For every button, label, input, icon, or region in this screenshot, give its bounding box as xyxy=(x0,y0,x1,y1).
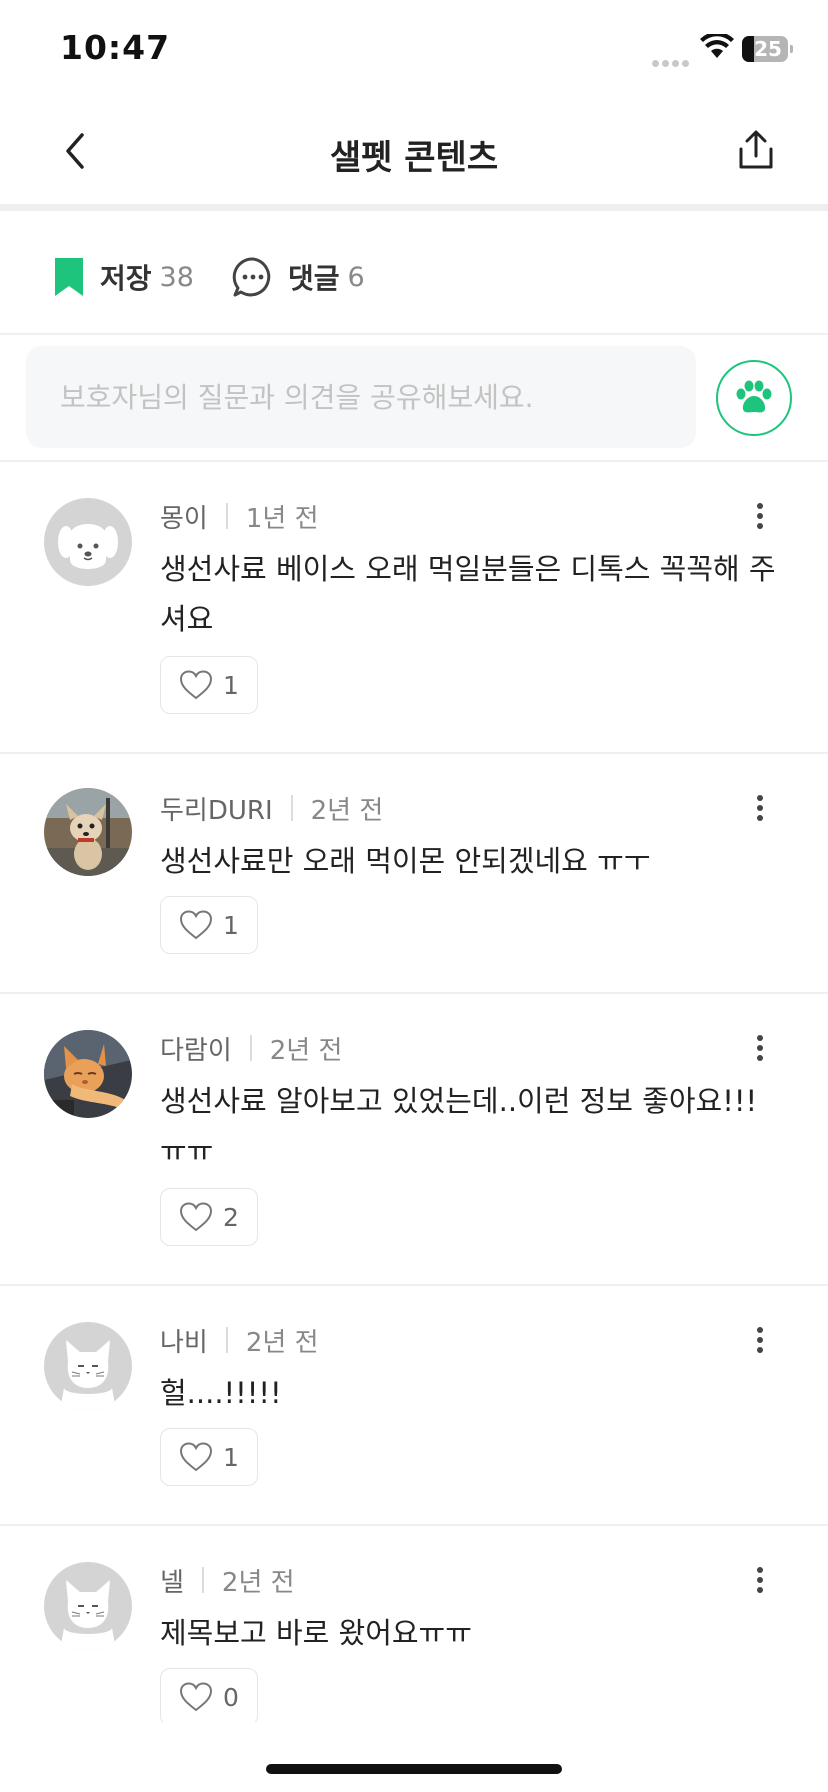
save-button[interactable]: 저장 38 xyxy=(52,254,194,300)
comment-time: 2년 전 xyxy=(245,1327,319,1358)
more-options-button[interactable] xyxy=(742,1560,778,1600)
heart-icon xyxy=(180,1202,213,1232)
comment-meta: 넬 2년 전 xyxy=(160,1562,295,1598)
comment-label: 댓글 xyxy=(288,262,340,295)
comment-time: 2년 전 xyxy=(310,795,384,826)
comment-author: 나비 xyxy=(160,1327,208,1358)
wifi-icon xyxy=(700,34,734,58)
comment-meta: 다람이 2년 전 xyxy=(160,1030,342,1066)
comment-text: 헐....!!!!! xyxy=(160,1376,282,1410)
comment-item: 나비 2년 전 헐....!!!!! 1 xyxy=(0,1286,828,1524)
cat-default-avatar[interactable] xyxy=(44,1322,132,1410)
comment-meta: 나비 2년 전 xyxy=(160,1322,319,1358)
dog-default-avatar[interactable] xyxy=(44,498,132,586)
dog-photo-avatar[interactable] xyxy=(44,788,132,876)
comment-text: 제목보고 바로 왔어요ㅠㅠ xyxy=(160,1616,472,1650)
comment-input[interactable] xyxy=(26,346,696,448)
comment-meta: 몽이 1년 전 xyxy=(160,498,319,534)
save-count: 38 xyxy=(159,261,194,293)
more-options-button[interactable] xyxy=(742,1028,778,1068)
like-button[interactable]: 1 xyxy=(160,656,258,714)
more-options-button[interactable] xyxy=(742,496,778,536)
back-button[interactable] xyxy=(50,126,100,176)
like-count: 1 xyxy=(223,910,239,940)
stats-row: 저장 38 댓글 6 xyxy=(0,218,828,334)
comment-item: 넬 2년 전 제목보고 바로 왔어요ㅠㅠ 0 xyxy=(0,1526,828,1722)
like-count: 0 xyxy=(223,1682,239,1712)
paw-icon xyxy=(736,380,772,413)
heart-icon xyxy=(180,1442,213,1472)
comment-item: 두리DURI 2년 전 생선사료만 오래 먹이몬 안되겠네요 ㅠㅜ 1 xyxy=(0,754,828,992)
like-count: 1 xyxy=(223,670,239,700)
comment-author: 넬 xyxy=(160,1567,184,1598)
paw-submit-button[interactable] xyxy=(716,360,792,436)
cat-default-avatar[interactable] xyxy=(44,1562,132,1650)
comment-author: 두리DURI xyxy=(160,795,273,826)
like-button[interactable]: 1 xyxy=(160,896,258,954)
comment-meta: 두리DURI 2년 전 xyxy=(160,790,383,826)
more-options-button[interactable] xyxy=(742,1320,778,1360)
comment-text: 생선사료 알아보고 있었는데..이런 정보 좋아요!!! ㅠㅠ xyxy=(160,1084,758,1168)
more-options-button[interactable] xyxy=(742,788,778,828)
bookmark-icon xyxy=(55,258,83,296)
header-divider xyxy=(0,204,828,211)
comment-count: 6 xyxy=(347,261,365,293)
heart-icon xyxy=(180,910,213,940)
heart-icon xyxy=(180,670,213,700)
cellular-signal-icon xyxy=(652,52,692,71)
like-button[interactable]: 1 xyxy=(160,1428,258,1486)
comment-text: 생선사료 베이스 오래 먹일분들은 디톡스 꼭꼭해 주셔요 xyxy=(160,552,776,636)
stats-divider xyxy=(0,333,828,335)
page-title: 샐펫 콘텐츠 xyxy=(329,138,499,178)
comment-text: 생선사료만 오래 먹이몬 안되겠네요 ㅠㅜ xyxy=(160,844,651,878)
comment-item: 다람이 2년 전 생선사료 알아보고 있었는데..이런 정보 좋아요!!! ㅠㅠ… xyxy=(0,994,828,1284)
comment-time: 2년 전 xyxy=(269,1035,343,1066)
comment-time: 2년 전 xyxy=(221,1567,295,1598)
comment-item: 몽이 1년 전 생선사료 베이스 오래 먹일분들은 디톡스 꼭꼭해 주셔요 1 xyxy=(0,462,828,752)
like-count: 1 xyxy=(223,1442,239,1472)
heart-icon xyxy=(180,1682,213,1712)
home-indicator[interactable] xyxy=(266,1764,562,1774)
top-app-bar: 샐펫 콘텐츠 xyxy=(0,100,828,204)
comment-author: 몽이 xyxy=(160,503,208,534)
like-button[interactable]: 2 xyxy=(160,1188,258,1246)
battery-icon: 25 xyxy=(742,36,794,62)
comment-author: 다람이 xyxy=(160,1035,232,1066)
cat-photo-avatar[interactable] xyxy=(44,1030,132,1118)
save-label: 저장 xyxy=(100,262,152,295)
share-button[interactable] xyxy=(730,124,782,176)
comment-count-button[interactable]: 댓글 6 xyxy=(232,254,365,300)
battery-level: 25 xyxy=(754,37,782,61)
status-time: 10:47 xyxy=(60,28,171,67)
chevron-left-icon xyxy=(66,133,84,169)
speech-bubble-icon xyxy=(232,257,271,297)
share-icon xyxy=(739,130,773,169)
like-count: 2 xyxy=(223,1202,239,1232)
comment-time: 1년 전 xyxy=(245,503,319,534)
like-button[interactable]: 0 xyxy=(160,1668,258,1722)
status-bar: 10:47 25 xyxy=(0,0,828,100)
